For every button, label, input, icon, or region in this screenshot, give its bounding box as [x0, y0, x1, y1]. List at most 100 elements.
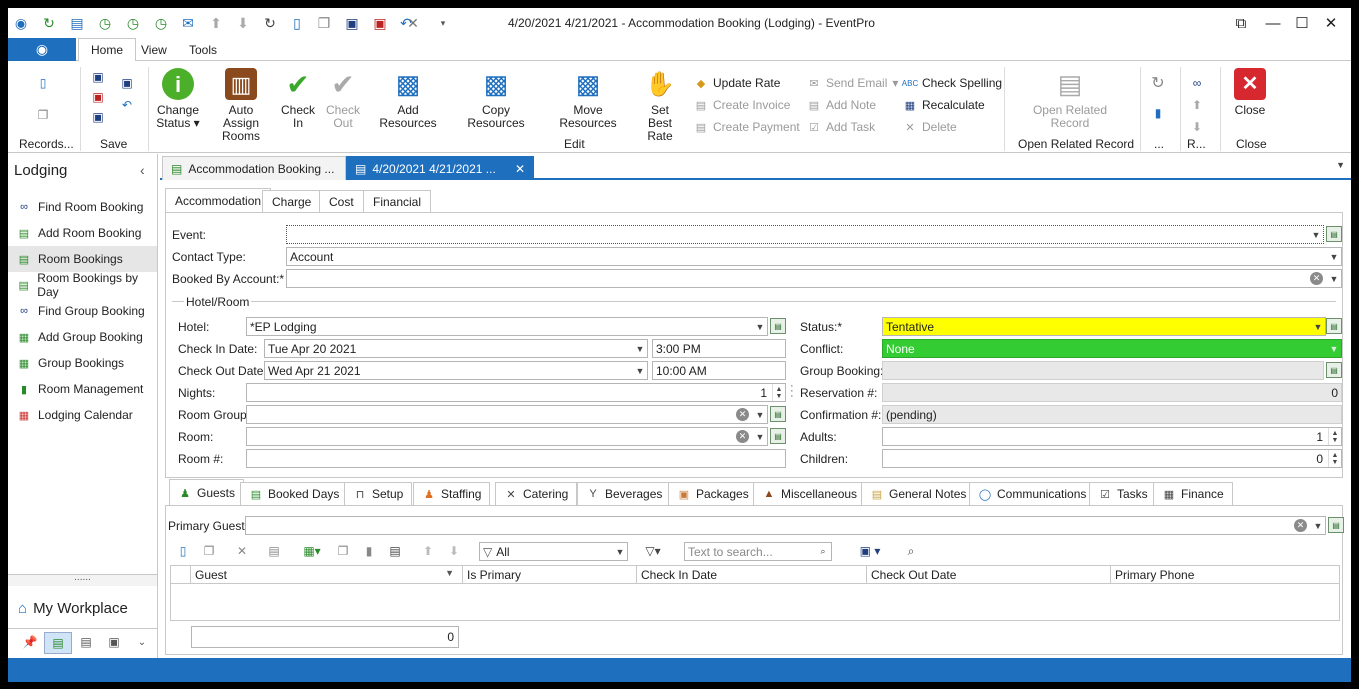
lookup-icon[interactable]: ▤ [1326, 362, 1342, 378]
tab-beverages[interactable]: Y Beverages [577, 482, 672, 506]
maximize-button[interactable]: ☐ [1289, 13, 1315, 33]
column-header-primary-phone[interactable]: Primary Phone [1111, 566, 1339, 584]
save-icon[interactable]: ▣ [343, 14, 361, 32]
dropdown-arrow-icon[interactable]: ▼ [1327, 248, 1341, 265]
dropdown-arrow-icon[interactable]: ▼ [753, 428, 767, 445]
send-email-button[interactable]: ✉ Send Email ▾ [807, 76, 898, 90]
arrow-down-circle-icon[interactable]: ⬇ [445, 542, 463, 560]
change-status-button[interactable]: i Change Status ▾ [154, 68, 202, 130]
add-note-button[interactable]: ▤ Add Note [807, 98, 876, 112]
copy-icon[interactable]: ❐ [200, 542, 218, 560]
clock-icon[interactable]: ◷ [96, 14, 114, 32]
check-spelling-button[interactable]: ABC Check Spelling [902, 76, 1002, 90]
add-resources-button[interactable]: ▩ Add Resources [370, 68, 446, 130]
close-x-icon[interactable]: ✕ [404, 14, 422, 32]
lookup-icon[interactable]: ▤ [1328, 517, 1344, 533]
eventpro-logo-icon[interactable]: ◉ [12, 14, 30, 32]
tab-accommodation[interactable]: Accommodation [165, 188, 272, 213]
lodging-module-icon[interactable]: ▤ [44, 632, 72, 654]
arrow-up-circle-icon[interactable]: ⬆ [419, 542, 437, 560]
recalculate-button[interactable]: ▦ Recalculate [903, 98, 985, 112]
check-in-button[interactable]: ✔ Check In [280, 68, 316, 130]
tab-cost[interactable]: Cost [319, 190, 364, 212]
search-input[interactable]: Text to search... ⌕ [684, 542, 832, 561]
chevron-down-icon[interactable]: ⌄ [134, 634, 150, 650]
collapse-chevron-icon[interactable]: ‹ [140, 162, 145, 178]
tab-view[interactable]: View [129, 38, 179, 61]
nav-item-add-group-booking[interactable]: ▦ Add Group Booking [8, 324, 157, 350]
tab-guests[interactable]: ♟ Guests [169, 479, 245, 506]
add-task-button[interactable]: ☑ Add Task [807, 120, 875, 134]
tab-tools[interactable]: Tools [177, 38, 229, 61]
room-number-field[interactable] [246, 449, 786, 468]
save-layout-icon[interactable]: ▣ ▾ [852, 542, 888, 560]
hotel-field[interactable]: *EP Lodging ▼ [246, 317, 768, 336]
minimize-button[interactable]: — [1260, 13, 1286, 33]
create-invoice-button[interactable]: ▤ Create Invoice [694, 98, 791, 112]
set-best-rate-button[interactable]: ✋ Set Best Rate [638, 68, 682, 143]
new-guest-icon[interactable]: ▯ [174, 542, 192, 560]
export-icon[interactable]: ❐ [334, 542, 352, 560]
arrow-down-circle-icon[interactable]: ⬇ [1189, 119, 1205, 135]
lookup-icon[interactable]: ▤ [770, 428, 786, 444]
search-icon[interactable]: ⌕ [815, 543, 831, 560]
document-icon[interactable]: ▤ [68, 14, 86, 32]
column-splitter-grip[interactable]: · · · [790, 381, 794, 402]
clear-icon[interactable]: ✕ [736, 430, 749, 443]
print-icon[interactable]: ▤ [265, 542, 283, 560]
columns-icon[interactable]: ▤ [386, 542, 404, 560]
column-header-check-out-date[interactable]: Check Out Date [867, 566, 1111, 584]
check-in-time-field[interactable]: 3:00 PM [652, 339, 786, 358]
tab-home[interactable]: Home [78, 38, 137, 62]
undo-icon[interactable]: ↶ [119, 97, 135, 113]
spinner-icon[interactable]: ▲ ▼ [1328, 450, 1341, 467]
find-icon[interactable]: ⌕ [902, 542, 920, 560]
primary-guest-field[interactable]: ✕ ▼ [245, 516, 1326, 535]
open-related-record-button[interactable]: ▤ Open Related Record [1028, 68, 1112, 130]
check-out-date-field[interactable]: Wed Apr 21 2021 ▼ [264, 361, 648, 380]
column-header-guest[interactable]: Guest ▼ [191, 566, 463, 584]
page-icon[interactable]: ▮ [360, 542, 378, 560]
nav-item-add-room-booking[interactable]: ▤ Add Room Booking [8, 220, 157, 246]
adults-field[interactable]: 1 ▲ ▼ [882, 427, 1342, 446]
nav-item-room-management[interactable]: ▮ Room Management [8, 376, 157, 402]
close-button[interactable]: ✕ Close [1230, 68, 1270, 117]
copy-record-icon[interactable]: ❐ [35, 107, 51, 123]
copy-icon[interactable]: ❐ [315, 14, 333, 32]
lookup-icon[interactable]: ▤ [1326, 226, 1342, 242]
column-header-check-in-date[interactable]: Check In Date [637, 566, 867, 584]
binoculars-icon[interactable]: ∞ [1189, 75, 1205, 91]
tab-list-dropdown-icon[interactable]: ▼ [1336, 160, 1345, 170]
dropdown-arrow-icon[interactable]: ▼ [753, 318, 767, 335]
arrow-up-circle-icon[interactable]: ⬆ [207, 14, 225, 32]
dropdown-arrow-icon[interactable]: ▼ [753, 406, 767, 423]
arrow-down-circle-icon[interactable]: ⬇ [234, 14, 252, 32]
nav-item-room-bookings[interactable]: ▤ Room Bookings [8, 246, 157, 272]
delete-x-icon[interactable]: ✕ [233, 542, 251, 560]
nav-item-lodging-calendar[interactable]: ▦ Lodging Calendar [8, 402, 157, 428]
spinner-icon[interactable]: ▲ ▼ [1328, 428, 1341, 445]
refresh-circle-icon[interactable]: ↻ [40, 14, 58, 32]
lookup-icon[interactable]: ▤ [1326, 318, 1342, 334]
contact-type-select[interactable]: Account ▼ [286, 247, 1342, 266]
booked-by-field[interactable]: ✕ ▼ [286, 269, 1342, 288]
delete-button[interactable]: ✕ Delete [903, 120, 956, 134]
move-resources-button[interactable]: ▩ Move Resources [546, 68, 630, 130]
nav-item-find-group-booking[interactable]: ∞ Find Group Booking [8, 298, 157, 324]
printer-icon[interactable]: ▤ [78, 634, 94, 650]
info-doc-icon[interactable]: ▮ [1150, 105, 1166, 121]
dropdown-arrow-icon[interactable]: ▼ [633, 362, 647, 379]
create-payment-button[interactable]: ▤ Create Payment [694, 120, 800, 134]
tab-general-notes[interactable]: ▤ General Notes [861, 482, 976, 506]
clock-icon[interactable]: ◷ [124, 14, 142, 32]
tab-financial[interactable]: Financial [363, 190, 432, 212]
mail-icon[interactable]: ✉ [179, 14, 197, 32]
nav-item-room-bookings-by-day[interactable]: ▤ Room Bookings by Day [8, 271, 157, 299]
clear-icon[interactable]: ✕ [736, 408, 749, 421]
save-close-icon[interactable]: ▣ [90, 89, 106, 105]
close-tab-icon[interactable]: ✕ [515, 162, 525, 176]
arrow-up-circle-icon[interactable]: ⬆ [1189, 97, 1205, 113]
refresh-icon[interactable]: ↻ [261, 14, 279, 32]
update-rate-button[interactable]: ◆ Update Rate [694, 76, 781, 90]
doc-tab-current-booking[interactable]: ▤ 4/20/2021 4/21/2021 ... ✕ [346, 156, 534, 180]
